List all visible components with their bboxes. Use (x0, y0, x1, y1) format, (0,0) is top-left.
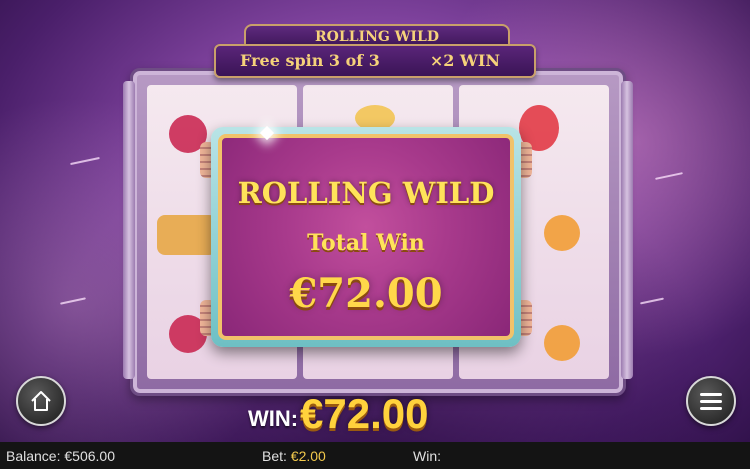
orange-slice-symbol (544, 215, 580, 251)
total-win-popup: ROLLING WILD Total Win €72.00 (211, 127, 521, 347)
bet-label: Bet: (262, 448, 287, 464)
feature-title: ROLLING WILD (315, 29, 439, 45)
balance-value: €506.00 (64, 448, 115, 464)
win-readout: Win: (413, 448, 441, 464)
home-button[interactable] (16, 376, 66, 426)
popup-panel: ROLLING WILD Total Win €72.00 (218, 134, 514, 340)
win-amount: €72.00 (300, 390, 429, 437)
popup-subtitle: Total Win (307, 230, 425, 256)
home-icon (31, 391, 51, 411)
reel-frame-rail-left (123, 81, 135, 379)
win-status-label: Win: (413, 448, 441, 464)
menu-button[interactable] (686, 376, 736, 426)
popup-win-amount: €72.00 (289, 270, 443, 317)
bet-value: €2.00 (290, 448, 326, 464)
multiplier-label: ×2 WIN (429, 51, 500, 70)
hamburger-menu-icon (700, 389, 722, 414)
free-spin-counter: Free spin 3 of 3 (240, 51, 380, 70)
bet-readout[interactable]: Bet: €2.00 (262, 448, 326, 464)
wild-symbol (157, 215, 217, 255)
balance-readout: Balance: €506.00 (6, 448, 115, 464)
balance-label: Balance: (6, 448, 61, 464)
orange-slice-symbol (544, 325, 580, 361)
win-label: WIN: (248, 406, 299, 431)
popup-title: ROLLING WILD (237, 176, 495, 210)
status-bar: Balance: €506.00 Bet: €2.00 Win: (0, 442, 750, 469)
free-spin-banner: Free spin 3 of 3 ×2 WIN (214, 44, 536, 78)
reel-frame-rail-right (621, 81, 633, 379)
